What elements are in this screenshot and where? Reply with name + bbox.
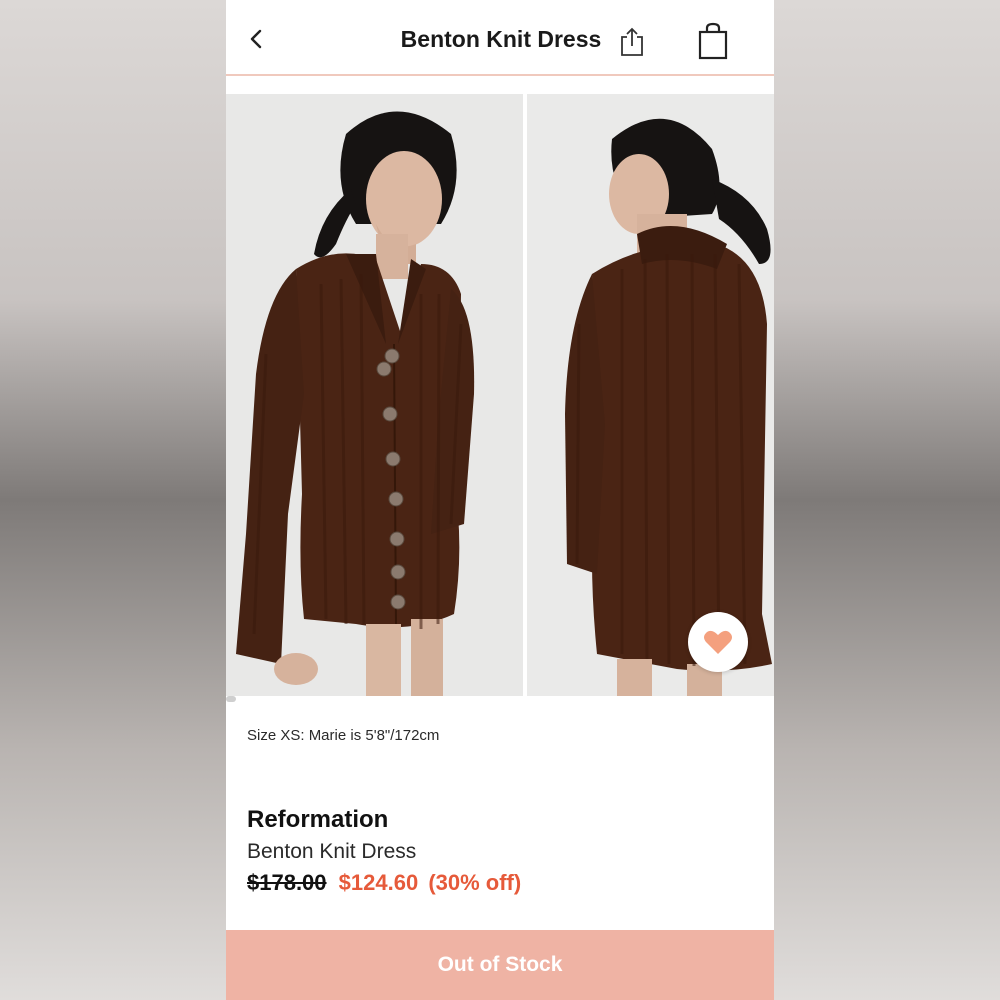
share-button[interactable] — [618, 26, 646, 58]
discount-label: (30% off) — [428, 870, 522, 895]
product-screen: Benton Knit Dress Size XS: Marie is 5'8"… — [226, 0, 774, 1000]
price-row: $178.00 $124.60 (30% off) — [247, 870, 521, 896]
image-gallery[interactable] — [226, 94, 774, 696]
shopping-bag-button[interactable] — [696, 22, 730, 60]
product-photo-front — [226, 94, 523, 696]
back-button[interactable] — [244, 24, 268, 54]
model-back-illustration — [527, 94, 774, 696]
share-icon — [621, 27, 643, 56]
shopping-bag-icon — [698, 22, 728, 60]
background-right — [774, 0, 1000, 1000]
brand-name[interactable]: Reformation — [247, 806, 388, 834]
product-photo-back — [527, 94, 774, 696]
out-of-stock-button[interactable]: Out of Stock — [226, 930, 774, 1000]
size-note: Size XS: Marie is 5'8"/172cm — [247, 727, 440, 744]
sale-price: $124.60 — [338, 870, 419, 895]
page-title: Benton Knit Dress — [400, 26, 602, 52]
background-left — [0, 0, 226, 1000]
chevron-left-icon — [250, 29, 262, 49]
product-name: Benton Knit Dress — [247, 840, 417, 863]
original-price: $178.00 — [247, 870, 327, 895]
heart-icon — [704, 630, 732, 654]
model-front-illustration — [226, 94, 523, 696]
favorite-button[interactable] — [688, 612, 748, 672]
top-bar: Benton Knit Dress — [226, 0, 774, 76]
gallery-scroll-indicator — [226, 696, 236, 702]
